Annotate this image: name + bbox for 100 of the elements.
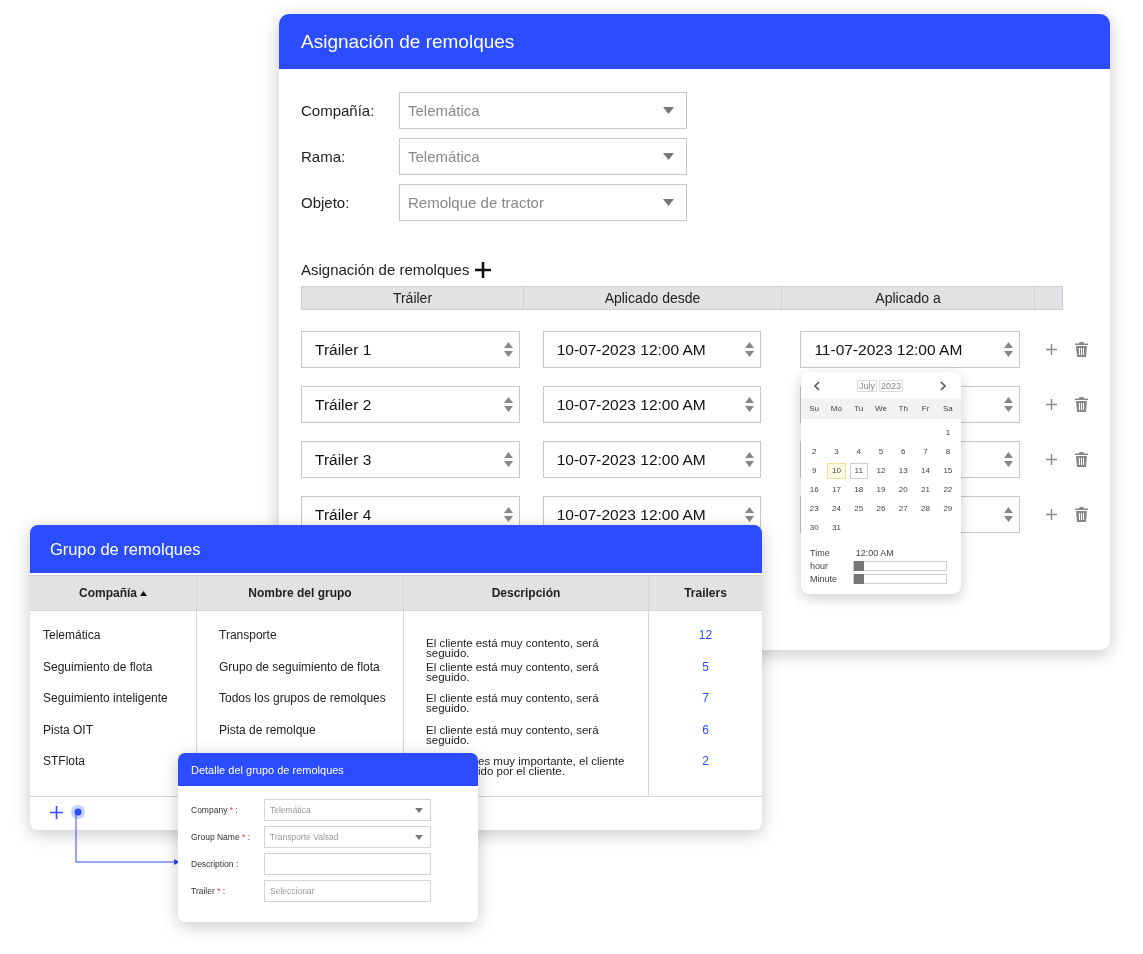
calendar-day[interactable]: 29 [938,501,957,517]
dropdown-caret-icon [415,834,423,840]
trailer-field[interactable]: Tráiler 2 [301,386,520,423]
calendar-day[interactable]: 13 [894,463,913,479]
table-cell-text: El cliente está muy contento, será seguido. [425,659,600,685]
trailer-field[interactable]: Tráiler 3 [301,441,520,478]
input-field[interactable] [264,853,431,875]
table-cell-text: Pista de remolque [218,722,317,739]
calendar-day[interactable]: 27 [894,501,913,517]
table-cell-text: Telemática [42,628,102,644]
column-header[interactable]: Trailers [684,586,727,600]
spinner-arrows-icon [1004,342,1014,357]
calendar-day[interactable]: 22 [938,482,957,498]
spinner-arrows-icon [745,452,755,467]
table-cell-text: Seguimiento inteligente [42,691,169,708]
calendar-day[interactable]: 23 [805,501,824,517]
weekday-label: Sa [941,404,954,413]
count-link[interactable]: 2 [702,754,709,769]
calendar-day[interactable]: 31 [827,520,846,536]
count-link[interactable]: 6 [702,722,709,737]
dialog-title: Detalle del grupo de remolques [178,753,478,786]
year-selector[interactable]: 2023 [879,380,903,392]
add-icon[interactable] [1046,344,1058,355]
time-value: 12:00 AM [855,548,894,558]
calendar-day[interactable]: 20 [894,482,913,498]
add-icon[interactable] [50,805,63,819]
calendar-day[interactable]: 10 [827,463,846,479]
dropdown-caret-icon [663,107,674,114]
calendar-day[interactable]: 6 [894,444,913,460]
slider-label: Minute [810,574,838,584]
calendar-day[interactable]: 28 [916,501,935,517]
spinner-arrows-icon [745,507,755,522]
dropdown-field[interactable]: Telemática [399,138,687,175]
calendar-day[interactable]: 11 [849,463,868,479]
add-icon[interactable] [1046,509,1058,520]
calendar-day[interactable]: 30 [805,520,824,536]
add-icon[interactable] [1046,454,1058,465]
dropdown-caret-icon [415,807,423,813]
weekday-label: Fr [920,404,931,413]
column-header[interactable]: Compañía [79,586,137,600]
calendar-day[interactable]: 3 [827,444,846,460]
calendar-day[interactable]: 25 [849,501,868,517]
calendar-day[interactable]: 26 [871,501,891,517]
weekday-label: Tu [853,404,865,413]
field-label: Company * : [191,805,239,815]
field-label: Description : [191,859,240,869]
dropdown-field[interactable]: Remolque de tractor [399,184,687,221]
calendar-day[interactable]: 2 [805,444,824,460]
count-link[interactable]: 7 [702,691,709,706]
table-cell-text: El cliente está muy contento, será seguido. [425,636,600,660]
next-icon[interactable] [940,381,947,391]
input-field[interactable]: Seleccionar [264,880,431,902]
trailer-field[interactable]: Tráiler 1 [301,331,520,368]
dropdown-caret-icon [663,153,674,160]
slider-handle[interactable] [854,561,864,571]
trash-icon[interactable] [1075,342,1088,357]
spinner-arrows-icon [1004,507,1014,522]
calendar-day[interactable]: 15 [938,463,957,479]
table-cell-text: El cliente está muy contento, será seguido. [425,691,600,717]
table-cell-text: Pista OIT [42,722,94,739]
month-selector[interactable]: July [856,380,877,392]
calendar-day[interactable]: 16 [805,482,824,498]
spinner-arrows-icon [503,507,513,522]
trash-icon[interactable] [1075,507,1088,522]
calendar-day[interactable]: 17 [827,482,846,498]
calendar-day[interactable]: 1 [938,425,957,441]
spinner-arrows-icon [745,397,755,412]
table-cell-text: El cliente está muy contento, será seguido. [425,722,600,748]
calendar-day[interactable]: 14 [916,463,935,479]
calendar-day[interactable]: 18 [849,482,868,498]
calendar-day[interactable]: 5 [871,444,891,460]
add-icon[interactable] [1046,399,1058,410]
slider-track[interactable] [853,561,947,571]
previous-icon[interactable] [813,381,820,391]
column-header[interactable]: Nombre del grupo [248,586,352,600]
calendar-day[interactable]: 9 [805,463,824,479]
slider-track[interactable] [853,574,947,584]
date-field[interactable]: 10-07-2023 12:00 AM [542,386,762,423]
date-field[interactable]: 11-07-2023 12:00 AM [800,331,1021,368]
date-field[interactable]: 10-07-2023 12:00 AM [542,331,762,368]
add-icon [475,261,492,278]
calendar-day[interactable]: 21 [916,482,935,498]
count-link[interactable]: 12 [698,628,713,642]
calendar-day[interactable]: 4 [849,444,868,460]
calendar-day[interactable]: 19 [871,482,891,498]
weekday-label: We [874,404,888,413]
column-header[interactable]: Descripción [491,586,561,600]
spinner-arrows-icon [503,342,513,357]
trash-icon[interactable] [1075,397,1088,412]
calendar-day[interactable]: 8 [938,444,957,460]
count-link[interactable]: 5 [702,659,709,674]
calendar-day[interactable]: 7 [916,444,935,460]
slider-handle[interactable] [854,574,864,584]
spinner-arrows-icon [745,342,755,357]
trash-icon[interactable] [1075,452,1088,467]
date-field[interactable]: 10-07-2023 12:00 AM [542,441,762,478]
calendar-day[interactable]: 24 [827,501,846,517]
dropdown-field[interactable]: Telemática [399,92,687,129]
spinner-arrows-icon [503,397,513,412]
calendar-day[interactable]: 12 [871,463,891,479]
